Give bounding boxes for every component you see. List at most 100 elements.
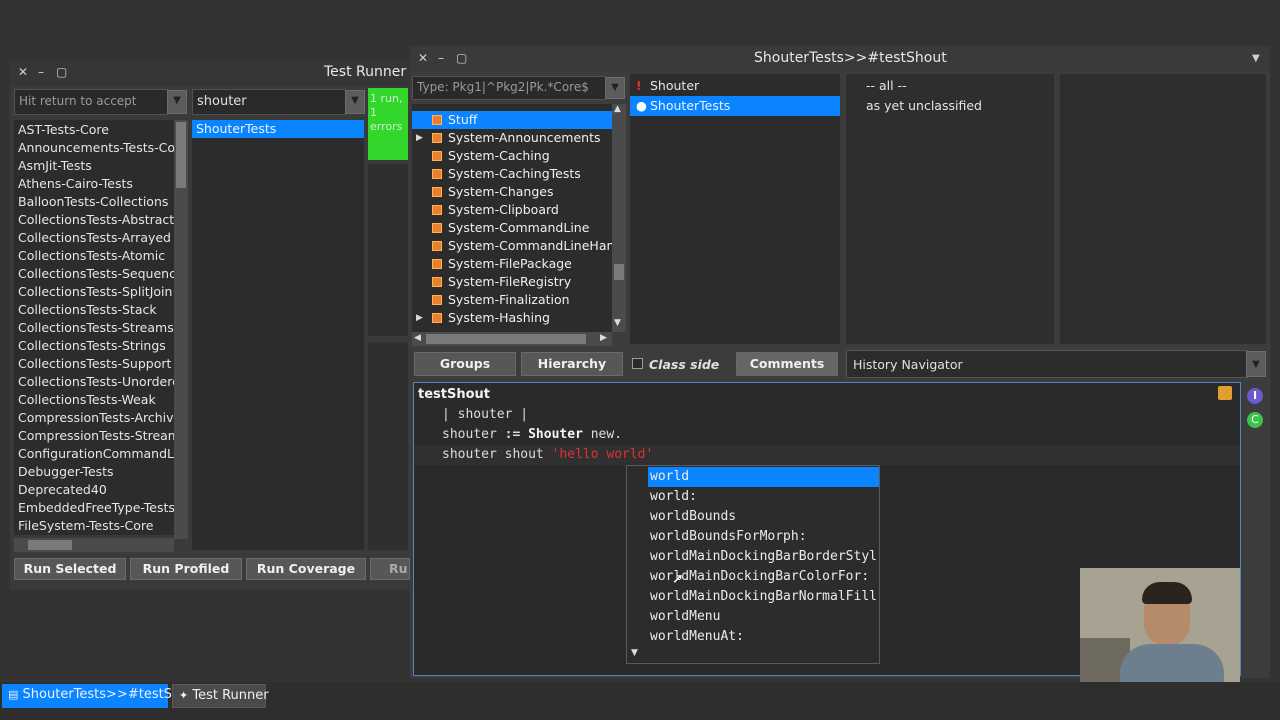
scrollbar-thumb[interactable] (176, 122, 186, 188)
maximize-icon[interactable]: ▢ (56, 65, 67, 79)
list-item[interactable]: Athens-Cairo-Tests (14, 175, 174, 193)
hierarchy-button[interactable]: Hierarchy (521, 352, 623, 376)
list-item[interactable]: AST-Tests-Core (14, 121, 174, 139)
list-item[interactable]: CompressionTests-Archive (14, 409, 174, 427)
package-tree-item[interactable]: System-Finalization (412, 291, 612, 309)
package-tree[interactable]: Stuff ▶ System-Announcements System-Caching… (412, 104, 612, 332)
completion-item[interactable]: worldMenuAt: (648, 627, 879, 647)
package-filter-input[interactable]: Type: Pkg1|^Pkg2|Pk.*Core$ (412, 76, 606, 100)
history-navigator-dropdown[interactable]: History Navigator (846, 350, 1248, 378)
completion-item[interactable]: world: (648, 487, 879, 507)
package-tree-item[interactable]: System-Clipboard (412, 201, 612, 219)
taskbar-item-browser[interactable]: ▤ ShouterTests>>#testShout (2, 684, 201, 708)
protocol-list-item[interactable]: as yet unclassified (862, 96, 1054, 116)
list-item[interactable]: AsmJit-Tests (14, 157, 174, 175)
package-list-hscrollbar[interactable] (14, 538, 174, 552)
protocol-list-item[interactable]: -- all -- (862, 76, 1054, 96)
package-filter-input[interactable]: Hit return to accept (14, 89, 168, 115)
completion-item[interactable]: worldMainDockingBarBorderStyl (648, 547, 879, 567)
completion-item[interactable]: worldBoundsForMorph: (648, 527, 879, 547)
run-failures-button[interactable]: Ru (370, 558, 410, 580)
run-profiled-button[interactable]: Run Profiled (130, 558, 242, 580)
package-tree-hscrollbar[interactable]: ◀ ▶ (412, 332, 612, 346)
list-item[interactable]: CollectionsTests-Unordered (14, 373, 174, 391)
package-tree-item[interactable]: System-FilePackage (412, 255, 612, 273)
list-item[interactable]: FileSystem-Tests-Core (14, 517, 174, 535)
chevron-down-icon[interactable]: ▼ (605, 77, 625, 99)
list-item[interactable]: EmbeddedFreeType-Tests (14, 499, 174, 517)
scroll-left-icon[interactable]: ◀ (414, 333, 421, 343)
method-list[interactable] (1060, 74, 1266, 344)
list-item[interactable]: Deprecated40 (14, 481, 174, 499)
class-list-item[interactable]: ! Shouter (630, 76, 840, 96)
package-list-scrollbar[interactable] (174, 120, 188, 539)
list-item[interactable]: BalloonTests-Collections (14, 193, 174, 211)
completion-item[interactable]: world (648, 467, 879, 487)
list-item[interactable]: CollectionsTests-Atomic (14, 247, 174, 265)
groups-button[interactable]: Groups (414, 352, 516, 376)
completion-item[interactable]: worldMainDockingBarNormalFill (648, 587, 879, 607)
close-icon[interactable]: ✕ (418, 51, 428, 65)
scroll-right-icon[interactable]: ▶ (600, 333, 607, 343)
expand-triangle-icon[interactable]: ▶ (416, 309, 423, 327)
run-coverage-button[interactable]: Run Coverage (246, 558, 366, 580)
chevron-down-icon[interactable]: ▼ (1246, 351, 1266, 377)
list-item[interactable]: CollectionsTests-Arrayed (14, 229, 174, 247)
scroll-up-icon[interactable]: ▲ (614, 104, 621, 114)
package-tree-item[interactable]: System-Changes (412, 183, 612, 201)
completion-popup[interactable]: world world: worldBounds worldBoundsForMorp… (626, 465, 880, 664)
class-side-checkbox[interactable] (632, 358, 643, 369)
package-tree-item[interactable]: System-Caching (412, 147, 612, 165)
package-tree-scrollbar[interactable]: ▲ ▼ (612, 104, 626, 332)
refresh-icon[interactable]: C (1247, 412, 1263, 428)
package-list[interactable]: AST-Tests-Core Announcements-Tests-Core As… (14, 120, 174, 535)
list-item[interactable]: ConfigurationCommandLine (14, 445, 174, 463)
package-tree-item[interactable]: ▶ System-Announcements (412, 129, 612, 147)
class-list[interactable]: ShouterTests (192, 120, 364, 550)
completion-item[interactable]: worldMenu (648, 607, 879, 627)
class-filter-input[interactable]: shouter (192, 89, 346, 115)
test-runner-window: ✕ – ▢ Test Runner Hit return to accept ▼… (10, 60, 410, 590)
expand-triangle-icon[interactable]: ▶ (416, 129, 423, 147)
lock-icon[interactable] (1218, 386, 1232, 400)
info-icon[interactable]: I (1247, 388, 1263, 404)
package-tree-item[interactable]: System-CachingTests (412, 165, 612, 183)
taskbar-item-test-runner[interactable]: ✦ Test Runner (172, 684, 269, 708)
list-item[interactable]: CollectionsTests-Strings (14, 337, 174, 355)
scrollbar-thumb[interactable] (614, 264, 624, 280)
list-item[interactable]: CollectionsTests-Streams (14, 319, 174, 337)
chevron-down-icon[interactable]: ▼ (345, 90, 365, 114)
list-item[interactable]: CompressionTests-Streams (14, 427, 174, 445)
scrollbar-thumb[interactable] (28, 540, 72, 550)
package-tree-item[interactable]: System-FileRegistry (412, 273, 612, 291)
window-menu-icon[interactable]: ▼ (1252, 53, 1260, 64)
protocol-list[interactable]: -- all -- as yet unclassified (846, 74, 1054, 344)
list-item[interactable]: CollectionsTests-SplitJoin (14, 283, 174, 301)
completion-scroll-down-icon[interactable]: ▼ (631, 648, 638, 658)
close-icon[interactable]: ✕ (18, 65, 28, 79)
class-list-item[interactable]: ● ShouterTests (630, 96, 840, 116)
minimize-icon[interactable]: – (38, 65, 44, 79)
temporaries-text: | shouter | (442, 407, 529, 422)
maximize-icon[interactable]: ▢ (456, 51, 467, 65)
comments-button[interactable]: Comments (736, 352, 838, 376)
class-list[interactable]: ! Shouter ● ShouterTests (630, 74, 840, 344)
list-item[interactable]: CollectionsTests-Sequencea (14, 265, 174, 283)
package-tree-item[interactable]: Stuff (412, 111, 612, 129)
completion-item[interactable]: worldBounds (648, 507, 879, 527)
package-tree-item[interactable]: System-CommandLineHandl (412, 237, 612, 255)
minimize-icon[interactable]: – (438, 51, 444, 65)
list-item[interactable]: CollectionsTests-Abstract (14, 211, 174, 229)
scrollbar-thumb[interactable] (426, 334, 586, 344)
list-item[interactable]: CollectionsTests-Stack (14, 301, 174, 319)
scroll-down-icon[interactable]: ▼ (614, 318, 621, 328)
list-item[interactable]: Announcements-Tests-Core (14, 139, 174, 157)
run-selected-button[interactable]: Run Selected (14, 558, 126, 580)
list-item[interactable]: CollectionsTests-Support (14, 355, 174, 373)
list-item[interactable]: Debugger-Tests (14, 463, 174, 481)
list-item[interactable]: CollectionsTests-Weak (14, 391, 174, 409)
chevron-down-icon[interactable]: ▼ (167, 90, 187, 114)
list-item[interactable]: ShouterTests (192, 120, 364, 138)
package-tree-item[interactable]: System-CommandLine (412, 219, 612, 237)
package-tree-item[interactable]: ▶ System-Hashing (412, 309, 612, 327)
